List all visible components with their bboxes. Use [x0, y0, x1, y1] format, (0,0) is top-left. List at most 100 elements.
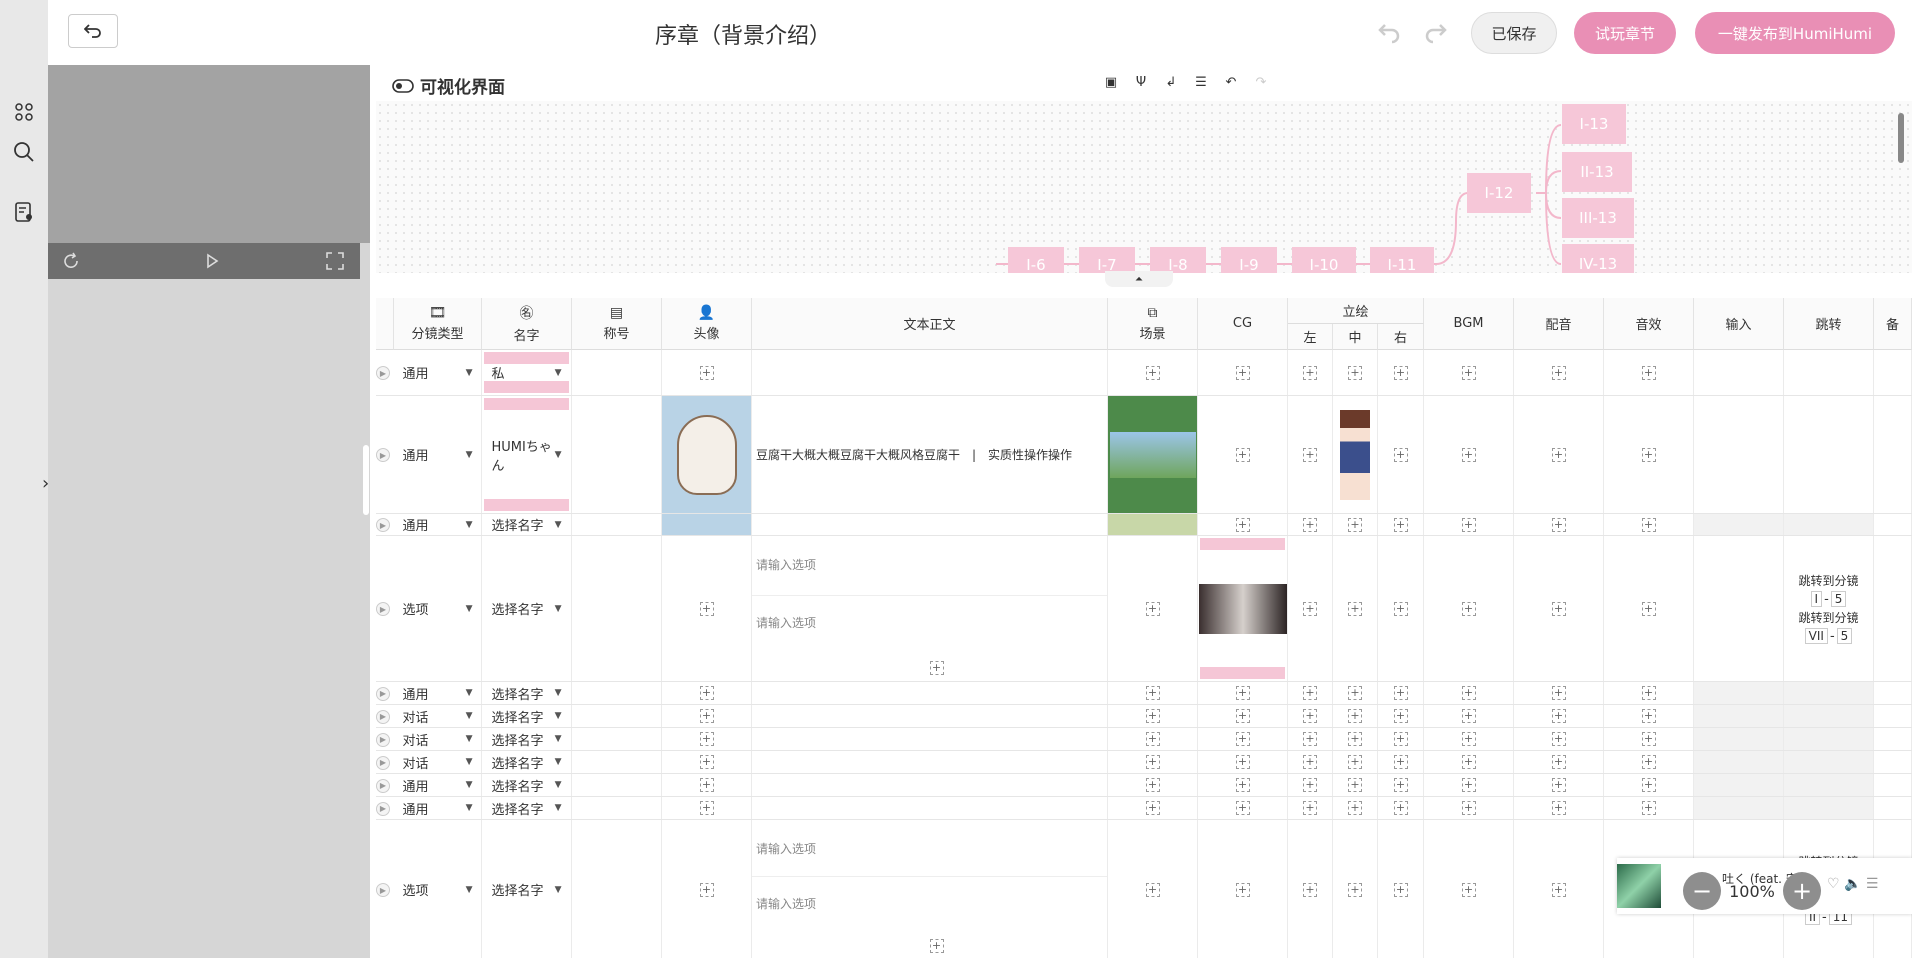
name-select[interactable]: HUMIちゃん ▼ — [482, 396, 572, 513]
scene-cell[interactable] — [1108, 396, 1198, 513]
text-cell[interactable]: 豆腐干大概大概豆腐干大概风格豆腐干 | 实质性操作操作 — [752, 396, 1108, 513]
play-icon[interactable] — [203, 252, 221, 270]
graph-node[interactable]: I-13 — [1562, 104, 1626, 144]
jump-scene[interactable]: 5 — [1836, 627, 1853, 644]
type-select[interactable]: 对话 ▼ — [394, 728, 482, 750]
media-cell[interactable]: + — [1378, 396, 1424, 513]
media-cell[interactable]: + — [1288, 682, 1333, 704]
media-cell[interactable]: + — [1198, 797, 1288, 819]
media-cell[interactable]: + — [1424, 728, 1514, 750]
media-cell[interactable]: + — [1604, 797, 1694, 819]
type-select[interactable]: 通用 ▼ — [394, 350, 482, 395]
graph-redo-icon[interactable]: ↷ — [1253, 74, 1269, 90]
text-cell[interactable] — [752, 728, 1108, 750]
jump-cell[interactable] — [1784, 705, 1874, 727]
frame-icon[interactable]: ▣ — [1103, 74, 1119, 90]
name-select[interactable]: 选择名字 ▼ — [482, 751, 572, 773]
row-handle-icon[interactable]: ▶ — [376, 448, 390, 462]
media-cell[interactable]: + — [1288, 820, 1333, 958]
media-cell[interactable]: + — [1424, 514, 1514, 535]
media-cell[interactable]: + — [1288, 728, 1333, 750]
search-icon[interactable] — [12, 140, 36, 164]
type-select[interactable]: 选项 ▼ — [394, 820, 482, 958]
saved-button[interactable]: 已保存 — [1471, 12, 1557, 54]
media-cell[interactable]: + — [1288, 350, 1333, 395]
media-cell[interactable]: + — [1604, 705, 1694, 727]
name-select[interactable]: 选择名字 ▼ — [482, 820, 572, 958]
row-handle-icon[interactable]: ▶ — [376, 732, 390, 747]
media-cell[interactable]: + — [1288, 536, 1333, 681]
avatar-cell[interactable] — [662, 396, 752, 513]
avatar-cell[interactable]: + — [662, 536, 752, 681]
type-select[interactable]: 通用 ▼ — [394, 396, 482, 513]
name-select[interactable]: 选择名字 ▼ — [482, 536, 572, 681]
graph-node[interactable]: I-6 — [1008, 247, 1064, 273]
row-handle-icon[interactable]: ▶ — [376, 709, 390, 724]
media-cell[interactable]: + — [1288, 751, 1333, 773]
type-select[interactable]: 通用 ▼ — [394, 514, 482, 535]
zoom-in-button[interactable]: + — [1783, 872, 1821, 910]
title-cell[interactable] — [572, 350, 662, 395]
input-cell[interactable] — [1694, 682, 1784, 704]
preview-scrollbar[interactable] — [363, 445, 369, 515]
more-cell[interactable] — [1874, 396, 1912, 513]
row-handle-icon[interactable]: ▶ — [376, 686, 390, 701]
title-cell[interactable] — [572, 728, 662, 750]
media-cell[interactable]: + — [1198, 705, 1288, 727]
media-cell[interactable]: + — [1604, 774, 1694, 796]
media-cell[interactable]: + — [1198, 751, 1288, 773]
media-cell[interactable]: + — [1378, 728, 1424, 750]
name-select[interactable]: 选择名字 ▼ — [482, 774, 572, 796]
scene-cell[interactable]: + — [1108, 705, 1198, 727]
input-cell[interactable] — [1694, 728, 1784, 750]
title-cell[interactable] — [572, 396, 662, 513]
row-handle-icon[interactable]: ▶ — [376, 801, 390, 816]
media-cell[interactable]: + — [1514, 774, 1604, 796]
more-cell[interactable] — [1874, 514, 1912, 535]
media-cell[interactable]: + — [1514, 728, 1604, 750]
media-cell[interactable]: + — [1198, 682, 1288, 704]
media-cell[interactable]: + — [1333, 514, 1378, 535]
more-cell[interactable] — [1874, 536, 1912, 681]
media-cell[interactable]: + — [1604, 536, 1694, 681]
more-cell[interactable] — [1874, 774, 1912, 796]
input-cell[interactable] — [1694, 514, 1784, 535]
jump-cell[interactable] — [1784, 728, 1874, 750]
player-controls[interactable]: ♡ 🔈 ☰ — [1827, 876, 1878, 892]
scene-cell[interactable]: + — [1108, 536, 1198, 681]
graph-node[interactable]: I-8 — [1150, 247, 1206, 273]
scene-cell[interactable]: + — [1108, 797, 1198, 819]
media-cell[interactable]: + — [1514, 536, 1604, 681]
scene-cell[interactable]: + — [1108, 820, 1198, 958]
media-cell[interactable]: + — [1424, 774, 1514, 796]
media-cell[interactable]: + — [1378, 536, 1424, 681]
media-cell[interactable]: + — [1333, 682, 1378, 704]
avatar-cell[interactable]: + — [662, 751, 752, 773]
media-cell[interactable]: + — [1514, 820, 1604, 958]
media-cell[interactable]: + — [1514, 350, 1604, 395]
media-cell[interactable]: + — [1424, 396, 1514, 513]
avatar-cell[interactable] — [662, 514, 752, 535]
row-handle-icon[interactable]: ▶ — [376, 602, 390, 616]
jump-cell[interactable]: 跳转到分镜 I -5 跳转到分镜 VII -5 — [1784, 536, 1874, 681]
list-icon[interactable]: ☰ — [1193, 74, 1209, 90]
media-cell[interactable]: + — [1378, 705, 1424, 727]
title-cell[interactable] — [572, 682, 662, 704]
input-cell[interactable] — [1694, 536, 1784, 681]
jump-chapter[interactable]: I — [1810, 590, 1823, 607]
media-cell[interactable]: + — [1378, 820, 1424, 958]
collapse-arrow-icon[interactable]: › — [42, 473, 49, 494]
media-cell[interactable]: + — [1198, 728, 1288, 750]
media-cell[interactable]: + — [1288, 514, 1333, 535]
row-handle-icon[interactable]: ▶ — [376, 518, 390, 532]
media-cell[interactable]: + — [1514, 705, 1604, 727]
type-select[interactable]: 通用 ▼ — [394, 774, 482, 796]
text-cell[interactable] — [752, 514, 1108, 535]
media-cell[interactable]: + — [1333, 536, 1378, 681]
more-cell[interactable] — [1874, 682, 1912, 704]
undo-icon[interactable] — [1377, 20, 1401, 44]
type-select[interactable]: 对话 ▼ — [394, 751, 482, 773]
media-cell[interactable]: + — [1378, 682, 1424, 704]
text-cell[interactable]: 请输入选项 请输入选项 + — [752, 536, 1108, 681]
jump-cell[interactable] — [1784, 797, 1874, 819]
